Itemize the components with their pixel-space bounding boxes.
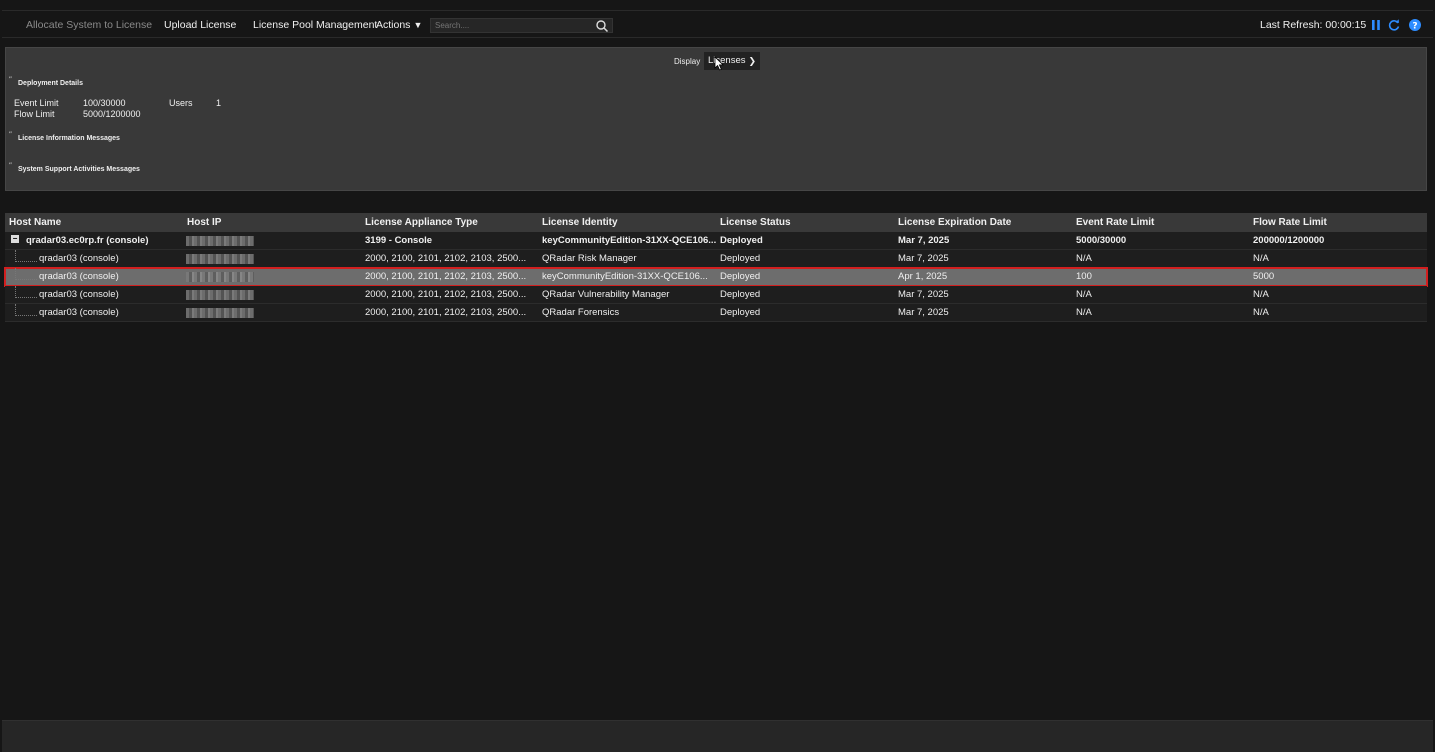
- license-identity-cell: keyCommunityEdition-31XX-QCE106...: [542, 271, 708, 282]
- collapse-toggle-icon: ″: [9, 132, 12, 138]
- host-name-cell: qradar03 (console): [39, 271, 119, 282]
- appliance-type-cell: 2000, 2100, 2101, 2102, 2103, 2500...: [365, 271, 527, 282]
- license-identity-cell: QRadar Forensics: [542, 307, 620, 318]
- column-header-appliance-type[interactable]: License Appliance Type: [365, 213, 478, 232]
- license-identity-cell: keyCommunityEdition-31XX-QCE106...: [542, 235, 717, 246]
- refresh-icon[interactable]: [1387, 18, 1401, 32]
- expiration-date-cell: Mar 7, 2025: [898, 235, 950, 246]
- event-rate-cell: N/A: [1076, 307, 1092, 318]
- column-header-event-rate-limit[interactable]: Event Rate Limit: [1076, 213, 1154, 232]
- event-rate-cell: 100: [1076, 271, 1092, 282]
- pause-icon[interactable]: [1369, 18, 1383, 32]
- column-header-host-ip[interactable]: Host IP: [187, 213, 221, 232]
- svg-text:?: ?: [1412, 21, 1417, 31]
- license-status-cell: Deployed: [720, 307, 761, 318]
- event-limit-value: 100/30000: [83, 98, 126, 108]
- chevron-down-icon: ❯: [748, 56, 756, 66]
- appliance-type-cell: 3199 - Console: [365, 235, 433, 246]
- status-bar: [2, 720, 1433, 752]
- host-name-cell: qradar03.ec0rp.fr (console): [26, 235, 149, 246]
- event-rate-cell: 5000/30000: [1076, 235, 1127, 246]
- search-icon[interactable]: [595, 19, 609, 33]
- column-header-flow-rate-limit[interactable]: Flow Rate Limit: [1253, 213, 1327, 232]
- tree-connector: [15, 286, 37, 298]
- upload-license-button[interactable]: Upload License: [164, 11, 236, 39]
- actions-menu[interactable]: Actions ▼: [376, 11, 422, 39]
- table-row-console[interactable]: − qradar03.ec0rp.fr (console) 3199 - Con…: [5, 232, 1427, 250]
- table-header: Host Name Host IP License Appliance Type…: [5, 213, 1427, 232]
- flow-limit-label: Flow Limit: [14, 109, 55, 119]
- flow-rate-cell: 5000: [1253, 271, 1275, 282]
- deployment-details-header[interactable]: ″ Deployment Details: [9, 77, 83, 87]
- display-label: Display: [674, 57, 701, 66]
- flow-limit-value: 5000/1200000: [83, 109, 141, 119]
- table-row-selected[interactable]: qradar03 (console) 2000, 2100, 2101, 210…: [4, 267, 1428, 287]
- search-input[interactable]: [430, 18, 613, 33]
- redacted-host-ip: [186, 254, 254, 264]
- redacted-host-ip: [186, 272, 254, 282]
- help-icon[interactable]: ?: [1408, 18, 1422, 32]
- tree-connector: [15, 250, 37, 262]
- flow-rate-cell: N/A: [1253, 253, 1269, 264]
- column-header-license-status[interactable]: License Status: [720, 213, 791, 232]
- collapse-icon[interactable]: −: [11, 235, 19, 243]
- column-header-expiration-date[interactable]: License Expiration Date: [898, 213, 1011, 232]
- appliance-type-cell: 2000, 2100, 2101, 2102, 2103, 2500...: [365, 307, 527, 318]
- expiration-date-cell: Mar 7, 2025: [898, 307, 949, 318]
- license-status-cell: Deployed: [720, 289, 761, 300]
- flow-rate-cell: N/A: [1253, 289, 1269, 300]
- license-info-messages-title: License Information Messages: [18, 135, 120, 142]
- host-name-cell: qradar03 (console): [39, 253, 119, 264]
- license-info-messages-header[interactable]: ″ License Information Messages: [9, 132, 120, 142]
- license-status-cell: Deployed: [720, 271, 761, 282]
- license-management-window: Allocate System to License Upload Licens…: [0, 0, 1435, 752]
- license-status-cell: Deployed: [720, 253, 761, 264]
- column-header-host-name[interactable]: Host Name: [9, 213, 61, 232]
- flow-rate-cell: N/A: [1253, 307, 1269, 318]
- collapse-toggle-icon: ″: [9, 77, 12, 83]
- event-rate-cell: N/A: [1076, 253, 1092, 264]
- deployment-details-title: Deployment Details: [18, 80, 83, 87]
- collapse-toggle-icon: ″: [9, 163, 12, 169]
- table-row[interactable]: qradar03 (console) 2000, 2100, 2101, 210…: [5, 304, 1427, 322]
- users-value: 1: [216, 98, 222, 108]
- expiration-date-cell: Apr 1, 2025: [898, 271, 948, 282]
- appliance-type-cell: 2000, 2100, 2101, 2102, 2103, 2500...: [365, 289, 527, 300]
- license-status-cell: Deployed: [720, 235, 763, 246]
- caret-down-icon: ▼: [413, 20, 423, 30]
- appliance-type-cell: 2000, 2100, 2101, 2102, 2103, 2500...: [365, 253, 527, 264]
- license-identity-cell: QRadar Risk Manager: [542, 253, 637, 264]
- host-name-cell: qradar03 (console): [39, 307, 119, 318]
- expiration-date-cell: Mar 7, 2025: [898, 253, 949, 264]
- license-identity-cell: QRadar Vulnerability Manager: [542, 289, 670, 300]
- column-header-license-identity[interactable]: License Identity: [542, 213, 618, 232]
- table-row[interactable]: qradar03 (console) 2000, 2100, 2101, 210…: [5, 250, 1427, 268]
- redacted-host-ip: [186, 290, 254, 300]
- support-messages-title: System Support Activities Messages: [18, 166, 140, 173]
- flow-rate-cell: 200000/1200000: [1253, 235, 1325, 246]
- license-pool-management-button[interactable]: License Pool Management: [253, 11, 377, 39]
- display-select[interactable]: Licenses ❯: [704, 52, 760, 70]
- users-label: Users: [169, 98, 193, 108]
- actions-label: Actions: [376, 19, 411, 31]
- expiration-date-cell: Mar 7, 2025: [898, 289, 949, 300]
- host-name-cell: qradar03 (console): [39, 289, 119, 300]
- table-row[interactable]: qradar03 (console) 2000, 2100, 2101, 210…: [5, 286, 1427, 304]
- tree-connector: [15, 268, 37, 280]
- license-table: Host Name Host IP License Appliance Type…: [4, 213, 1428, 322]
- toolbar: Allocate System to License Upload Licens…: [2, 10, 1433, 38]
- deployment-summary-panel: Display Licenses ❯ ″ Deployment Details …: [5, 47, 1427, 191]
- event-rate-cell: N/A: [1076, 289, 1092, 300]
- last-refresh-text: Last Refresh: 00:00:15: [1260, 19, 1367, 31]
- allocate-system-button[interactable]: Allocate System to License: [26, 11, 152, 39]
- redacted-host-ip: [186, 308, 254, 318]
- mouse-cursor-icon: [714, 56, 724, 71]
- tree-connector: [15, 304, 37, 316]
- redacted-host-ip: [186, 236, 254, 246]
- event-limit-label: Event Limit: [14, 98, 59, 108]
- support-messages-header[interactable]: ″ System Support Activities Messages: [9, 163, 140, 173]
